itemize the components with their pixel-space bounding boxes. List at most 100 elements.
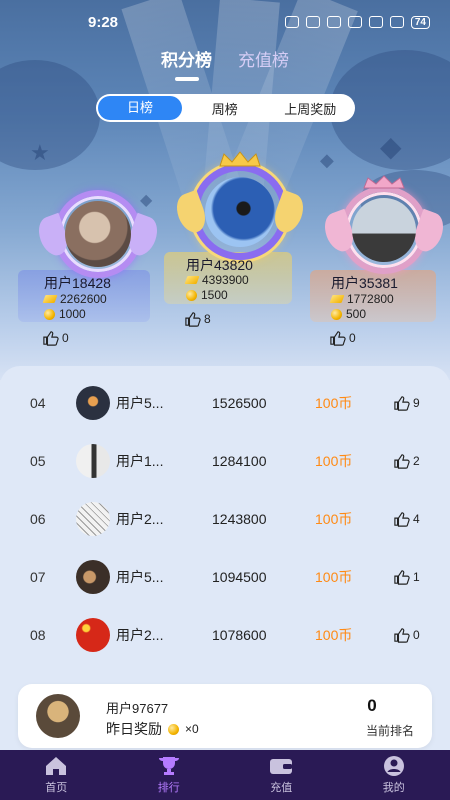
thumbs-up-icon [394, 396, 410, 411]
nav-ranking[interactable]: 排行 [113, 750, 226, 800]
nav-recharge[interactable]: 充值 [225, 750, 338, 800]
eye-icon [284, 16, 299, 28]
row-like[interactable]: 9 [393, 395, 420, 411]
avatar [76, 386, 110, 420]
nav-mine[interactable]: 我的 [338, 750, 450, 800]
segment-last-week-reward[interactable]: 上周奖励 [268, 99, 354, 118]
wallet-icon [270, 759, 293, 774]
wifi-icon [368, 16, 383, 28]
avatar [76, 502, 110, 536]
status-time: 9:28 [88, 13, 119, 31]
coin-icon [186, 289, 197, 301]
table-row[interactable]: 07 用户5... 1094500 100币 1 [0, 548, 450, 606]
avatar [76, 560, 110, 594]
row-rank: 06 [30, 511, 46, 527]
thumbs-up-icon [330, 331, 346, 346]
row-like[interactable]: 2 [393, 453, 420, 469]
row-score: 1284100 [212, 453, 267, 469]
podium-third-like[interactable]: 0 [329, 330, 356, 346]
thumbs-up-icon [394, 570, 410, 585]
row-name: 用户5... [116, 395, 164, 411]
battery-icon: 74 [410, 15, 430, 29]
avatar [76, 444, 110, 478]
row-name: 用户5... [116, 569, 164, 585]
podium-second-like[interactable]: 0 [42, 330, 69, 346]
podium-third-coins: 500 [331, 307, 366, 321]
podium-third-points: 1772800 [329, 292, 394, 306]
status-bar: 9:28 74 [0, 0, 450, 44]
gem-icon [329, 295, 345, 303]
table-row[interactable]: 08 用户2... 1078600 100币 0 [0, 606, 450, 664]
bottom-navigation: 首页 排行 充值 我的 [0, 750, 450, 800]
my-rank-value: 0 [367, 696, 377, 715]
my-name: 用户97677 [106, 701, 169, 716]
table-row[interactable]: 04 用户5... 1526500 100币 9 [0, 374, 450, 432]
podium-first-points: 4393900 [184, 273, 249, 287]
tab-points[interactable]: 积分榜 [161, 46, 212, 81]
thumbs-up-icon [185, 312, 201, 327]
coin-icon [44, 308, 55, 320]
row-score: 1243800 [212, 511, 267, 527]
row-name: 用户2... [116, 511, 164, 527]
coin-icon [168, 723, 179, 735]
row-like[interactable]: 4 [393, 511, 420, 527]
podium-first-name: 用户43820 [186, 257, 253, 273]
thumbs-up-icon [43, 331, 59, 346]
row-rank: 05 [30, 453, 46, 469]
crown-icon [219, 151, 261, 167]
podium-second-avatar-frame [33, 190, 163, 278]
podium-first-avatar-frame [171, 151, 309, 260]
top-tabs: 积分榜 充值榜 [0, 46, 450, 81]
nfc-icon [305, 16, 320, 28]
mute-icon [326, 16, 341, 28]
segment-weekly[interactable]: 周榜 [182, 99, 268, 118]
nav-home[interactable]: 首页 [0, 750, 113, 800]
gem-icon [42, 295, 58, 303]
avatar [352, 198, 416, 262]
row-reward: 100币 [315, 511, 353, 527]
avatar [205, 177, 275, 247]
table-row[interactable]: 05 用户1... 1284100 100币 2 [0, 432, 450, 490]
trophy-icon [158, 757, 179, 775]
thumbs-up-icon [394, 512, 410, 527]
coin-icon [331, 308, 342, 320]
row-reward: 100币 [315, 569, 353, 585]
row-rank: 08 [30, 627, 46, 643]
table-row[interactable]: 06 用户2... 1243800 100币 4 [0, 490, 450, 548]
signal-icon [389, 16, 404, 28]
row-score: 1094500 [212, 569, 267, 585]
row-reward: 100币 [315, 395, 353, 411]
row-reward: 100币 [315, 453, 353, 469]
segment-daily[interactable]: 日榜 [98, 96, 182, 120]
row-score: 1078600 [212, 627, 267, 643]
podium-third-avatar-frame [319, 175, 449, 274]
row-name: 用户2... [116, 627, 164, 643]
crown-icon [363, 175, 405, 189]
podium-second-coins: 1000 [44, 307, 86, 321]
avatar [65, 201, 131, 267]
gem-icon [184, 276, 200, 284]
home-icon [46, 757, 67, 775]
signal-icon [347, 16, 362, 28]
row-rank: 04 [30, 395, 46, 411]
my-rank-label: 当前排名 [365, 724, 414, 738]
row-score: 1526500 [212, 395, 267, 411]
thumbs-up-icon [394, 628, 410, 643]
avatar [76, 618, 110, 652]
thumbs-up-icon [394, 454, 410, 469]
status-icons: 74 [284, 15, 430, 29]
row-rank: 07 [30, 569, 46, 585]
podium-first-coins: 1500 [186, 288, 228, 302]
row-reward: 100币 [315, 627, 353, 643]
podium-second-points: 2262600 [42, 292, 107, 306]
avatar [36, 694, 80, 738]
period-segmented-control: 日榜 周榜 上周奖励 [96, 94, 355, 122]
profile-icon [383, 756, 404, 776]
tab-recharge[interactable]: 充值榜 [238, 46, 289, 81]
row-like[interactable]: 1 [393, 569, 420, 585]
row-name: 用户1... [116, 453, 164, 469]
row-like[interactable]: 0 [393, 627, 420, 643]
podium-first-like[interactable]: 8 [184, 311, 211, 327]
my-rank-card: 用户97677 昨日奖励 ×0 0 当前排名 [18, 684, 432, 748]
podium-third-name: 用户35381 [331, 275, 398, 291]
